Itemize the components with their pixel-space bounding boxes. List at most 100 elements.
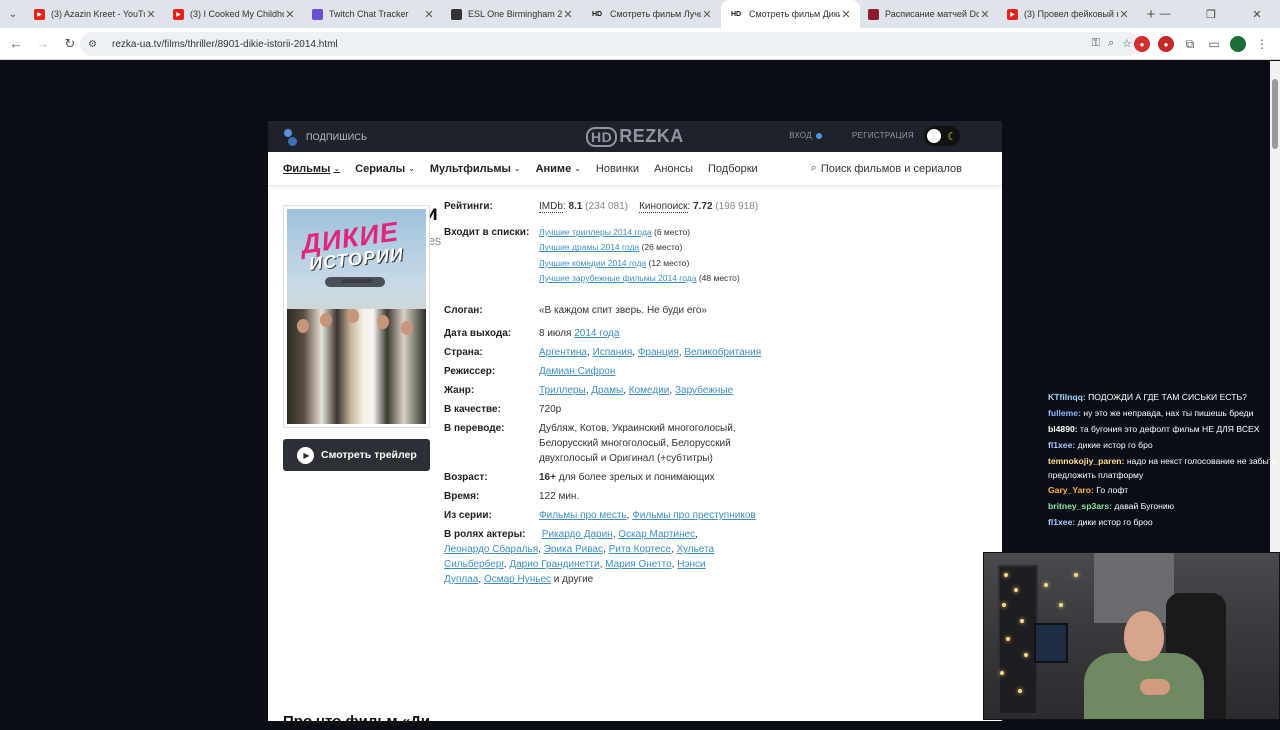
search-box[interactable]: ⌕ Поиск фильмов и сериалов — [811, 162, 962, 175]
age-label: Возраст: — [444, 472, 488, 484]
extension-red-icon[interactable]: ● — [1134, 36, 1150, 52]
chat-username[interactable]: fulleme: — [1048, 408, 1081, 418]
subscribe-link[interactable]: ПОДПИШИСЬ — [282, 128, 367, 146]
menu-item[interactable]: Анонсы — [654, 163, 693, 175]
release-year-link[interactable]: 2014 года — [574, 328, 619, 339]
series-link[interactable]: Фильмы про месть — [539, 510, 627, 521]
chat-username[interactable]: temnokojiy_paren: — [1048, 456, 1124, 466]
forward-icon[interactable]: → — [31, 32, 55, 56]
tab-close-icon[interactable]: ✕ — [840, 8, 852, 21]
list-link[interactable]: Лучшие триллеры 2014 года — [539, 227, 652, 237]
list-item: Лучшие зарубежные фильмы 2014 года (48 м… — [539, 271, 904, 286]
close-window-icon[interactable]: ✕ — [1234, 0, 1280, 28]
genre-link[interactable]: Драмы — [591, 385, 623, 396]
tab-title: (3) Azazin Kreet - YouTube — [51, 9, 145, 19]
actor-link[interactable]: Дарио Грандинетти — [509, 559, 599, 570]
tab-close-icon[interactable]: ✕ — [1118, 8, 1130, 21]
actor-link[interactable]: Эрика Ривас — [544, 544, 603, 555]
series-link[interactable]: Фильмы про преступников — [632, 510, 756, 521]
browser-menu-icon[interactable]: ⋮ — [1254, 36, 1270, 52]
site-logo[interactable]: HD REZKA — [586, 126, 684, 147]
login-link[interactable]: ВХОД — [789, 131, 822, 140]
menu-item[interactable]: Фильмы ⌄ — [283, 163, 340, 175]
genre-link[interactable]: Триллеры — [539, 385, 586, 396]
list-link[interactable]: Лучшие зарубежные фильмы 2014 года — [539, 273, 696, 283]
extensions-puzzle-icon[interactable]: ⧉ — [1182, 36, 1198, 52]
browser-tab[interactable]: ESL One Birmingham 2024✕ — [443, 0, 582, 28]
genre-link[interactable]: Зарубежные — [675, 385, 733, 396]
menu-item[interactable]: Аниме ⌄ — [536, 163, 581, 175]
back-icon[interactable]: ← — [4, 32, 28, 56]
browser-tab[interactable]: Twitch Chat Tracker ✕ — [304, 0, 443, 28]
tab-close-icon[interactable]: ✕ — [145, 8, 157, 21]
bookmark-star-icon[interactable]: ☆ — [1122, 37, 1132, 50]
chat-text: дикие истор го бро — [1077, 440, 1153, 450]
menu-item[interactable]: Подборки — [708, 163, 758, 175]
sidebar-icon[interactable]: ▭ — [1206, 36, 1222, 52]
cam-person-head — [1124, 611, 1164, 661]
restore-icon[interactable]: ❐ — [1188, 0, 1234, 28]
extension-red2-icon[interactable]: ● — [1158, 36, 1174, 52]
site-info-icon[interactable]: ⚙ — [88, 39, 102, 50]
country-link[interactable]: Великобритания — [684, 347, 761, 358]
actor-link[interactable]: Леонардо Сбаралья — [444, 544, 538, 555]
kinopoisk-link[interactable]: Кинопоиск — [639, 201, 688, 213]
actor-link[interactable]: Мария Онетто — [605, 559, 671, 570]
theme-toggle[interactable]: ☾ — [924, 126, 960, 146]
lists-values: Лучшие триллеры 2014 года (6 место) Лучши… — [539, 225, 904, 286]
director-link[interactable]: Дамиан Сифрон — [539, 366, 615, 377]
rezka-site: ПОДПИШИСЬ HD REZKA ВХОД РЕГИСТРАЦИЯ ☾ Фи… — [268, 121, 1002, 730]
country-link[interactable]: Франция — [638, 347, 679, 358]
list-place: (12 место) — [648, 257, 690, 268]
list-link[interactable]: Лучшие драмы 2014 года — [539, 242, 639, 252]
actor-link[interactable]: Оскар Мартинес — [618, 529, 695, 540]
reload-icon[interactable]: ↻ — [58, 32, 82, 56]
tab-close-icon[interactable]: ✕ — [284, 8, 296, 21]
tab-search-chevron-icon[interactable]: ⌄ — [0, 0, 26, 28]
menu-item[interactable]: Мультфильмы ⌄ — [430, 163, 521, 175]
browser-tab[interactable]: HD Смотреть фильм Лучшие✕ — [582, 0, 721, 28]
chat-username[interactable]: KTfilnqq: — [1048, 392, 1086, 402]
chat-username[interactable]: britney_sp3ars: — [1048, 501, 1112, 511]
watch-trailer-button[interactable]: ▶ Смотреть трейлер — [283, 439, 430, 471]
tab-close-icon[interactable]: ✕ — [423, 8, 435, 21]
password-key-icon[interactable]: ⚿ — [1092, 37, 1100, 50]
actor-link[interactable]: Осмар Нуньес — [484, 574, 551, 585]
chat-text: ну это же неправда, нах ты пишешь бреди — [1083, 408, 1254, 418]
country-link[interactable]: Испания — [593, 347, 633, 358]
imdb-link[interactable]: IMDb — [539, 201, 563, 213]
browser-tab[interactable]: ▶ (3) I Cooked My Childhood✕ — [165, 0, 304, 28]
genre-label: Жанр: — [444, 385, 475, 397]
actor-link[interactable]: Рита Кортесе — [609, 544, 671, 555]
country-link[interactable]: Аргентина — [539, 347, 587, 358]
time-row: Время: 122 мин. — [444, 489, 904, 504]
tab-close-icon[interactable]: ✕ — [701, 8, 713, 21]
slogan-value: «В каждом спит зверь. Не буди его» — [539, 305, 707, 317]
register-link[interactable]: РЕГИСТРАЦИЯ — [852, 131, 914, 140]
cast-row: В ролях актеры: Рикардо Дарин, Оскар Мар… — [444, 527, 744, 587]
chat-username[interactable]: bl4890: — [1048, 424, 1078, 434]
genre-link[interactable]: Комедии — [629, 385, 670, 396]
tab-close-icon[interactable]: ✕ — [979, 8, 991, 21]
chat-username[interactable]: fl1xee: — [1048, 440, 1075, 450]
browser-tab[interactable]: Расписание матчей Dota ✕ — [860, 0, 999, 28]
browser-tab[interactable]: HD Смотреть фильм Дикие ✕ — [721, 0, 860, 28]
lists-row: Входит в списки: Лучшие триллеры 2014 го… — [444, 225, 904, 286]
profile-avatar[interactable] — [1230, 36, 1246, 52]
menu-item[interactable]: Новинки — [596, 163, 639, 175]
minimize-icon[interactable]: — — [1142, 0, 1188, 28]
quality-value: 720p — [539, 404, 562, 416]
chat-username[interactable]: Gary_Yaro: — [1048, 485, 1094, 495]
actor-link[interactable]: Рикардо Дарин — [542, 529, 613, 540]
browser-tab[interactable]: ▶ (3) Провел фейковый ка ✕ — [999, 0, 1138, 28]
address-bar[interactable]: ⚙ rezka-ua.tv/films/thriller/8901-dikie-… — [80, 32, 1140, 56]
menu-item[interactable]: Сериалы ⌄ — [355, 163, 415, 175]
scrollbar-thumb[interactable] — [1272, 79, 1278, 149]
film-poster[interactable]: ДИКИЕ ИСТОРИИ — [283, 205, 430, 428]
zoom-icon[interactable]: ⌕ — [1108, 37, 1114, 50]
director-label: Режиссер: — [444, 366, 496, 378]
tab-close-icon[interactable]: ✕ — [562, 8, 574, 21]
browser-tab[interactable]: ▶ (3) Azazin Kreet - YouTube✕ — [26, 0, 165, 28]
list-link[interactable]: Лучшие комедии 2014 года — [539, 258, 646, 268]
chat-username[interactable]: fl1xee: — [1048, 517, 1075, 527]
